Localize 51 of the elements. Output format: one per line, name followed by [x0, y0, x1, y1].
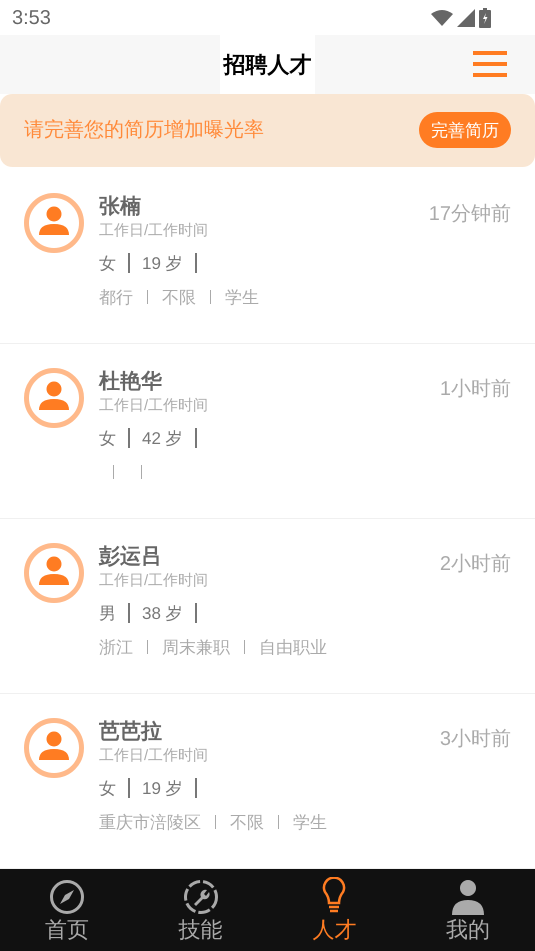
age-text: 19 岁 — [142, 252, 183, 275]
nav-tab[interactable]: 我的 — [401, 869, 535, 951]
tag-text: 学生 — [293, 812, 327, 834]
tag-text: 不限 — [162, 286, 196, 309]
tag-text: 自由职业 — [259, 636, 327, 659]
tag-text: 周末兼职 — [162, 636, 230, 659]
candidate-name: 芭芭拉 — [99, 719, 162, 746]
post-time: 17分钟前 — [428, 202, 511, 228]
signal-icon — [457, 8, 475, 27]
work-schedule: 工作日/工作时间 — [99, 396, 208, 416]
work-schedule: 工作日/工作时间 — [99, 571, 208, 592]
gender-text: 女 — [99, 778, 116, 800]
age-text: 38 岁 — [142, 602, 183, 625]
battery-icon — [479, 8, 491, 28]
candidate-name: 杜艳华 — [99, 369, 162, 396]
gender-text: 女 — [99, 428, 116, 450]
tag-text: 不限 — [230, 812, 264, 834]
gender-text: 女 — [99, 252, 116, 275]
tag-text: 重庆市涪陵区 — [99, 812, 201, 834]
candidate-name: 彭运吕 — [99, 544, 162, 570]
menu-icon[interactable] — [473, 51, 507, 78]
work-schedule: 工作日/工作时间 — [99, 746, 208, 766]
status-time: 3:53 — [12, 6, 51, 31]
compass-icon — [48, 879, 85, 916]
avatar-icon — [24, 368, 84, 428]
page-title: 招聘人才 — [224, 50, 312, 79]
age-text: 42 岁 — [142, 428, 183, 450]
post-time: 1小时前 — [440, 377, 511, 402]
gender-text: 男 — [99, 602, 116, 625]
tag-text: 学生 — [225, 286, 259, 309]
post-time: 2小时前 — [440, 552, 511, 578]
avatar-icon — [24, 543, 84, 604]
work-schedule: 工作日/工作时间 — [99, 221, 208, 242]
tag-text: 浙江 — [99, 636, 133, 659]
candidate-card[interactable]: 杜艳华 工作日/工作时间 女 42 岁 1小时前 — [0, 344, 535, 520]
nav-tab[interactable]: 首页 — [0, 869, 134, 951]
lightbulb-icon — [321, 877, 348, 916]
avatar-icon — [24, 718, 84, 778]
wrench-icon — [182, 879, 219, 916]
person-icon — [450, 879, 486, 916]
tag-text: 都行 — [99, 286, 133, 309]
nav-tab[interactable]: 技能 — [134, 869, 268, 951]
avatar-icon — [24, 193, 84, 254]
age-text: 19 岁 — [142, 778, 183, 800]
candidate-card[interactable]: 张楠 工作日/工作时间 女 19 岁 都行 不限 学生 17分钟前 — [0, 169, 535, 344]
nav-tab[interactable]: 人才 — [268, 869, 402, 951]
candidate-name: 张楠 — [99, 194, 141, 220]
candidate-card[interactable]: 彭运吕 工作日/工作时间 男 38 岁 浙江 周末兼职 自由职业 2小时前 — [0, 519, 535, 694]
banner-text: 请完善您的简历增加曝光率 — [24, 118, 264, 144]
wifi-icon — [431, 10, 453, 26]
post-time: 3小时前 — [440, 727, 511, 752]
